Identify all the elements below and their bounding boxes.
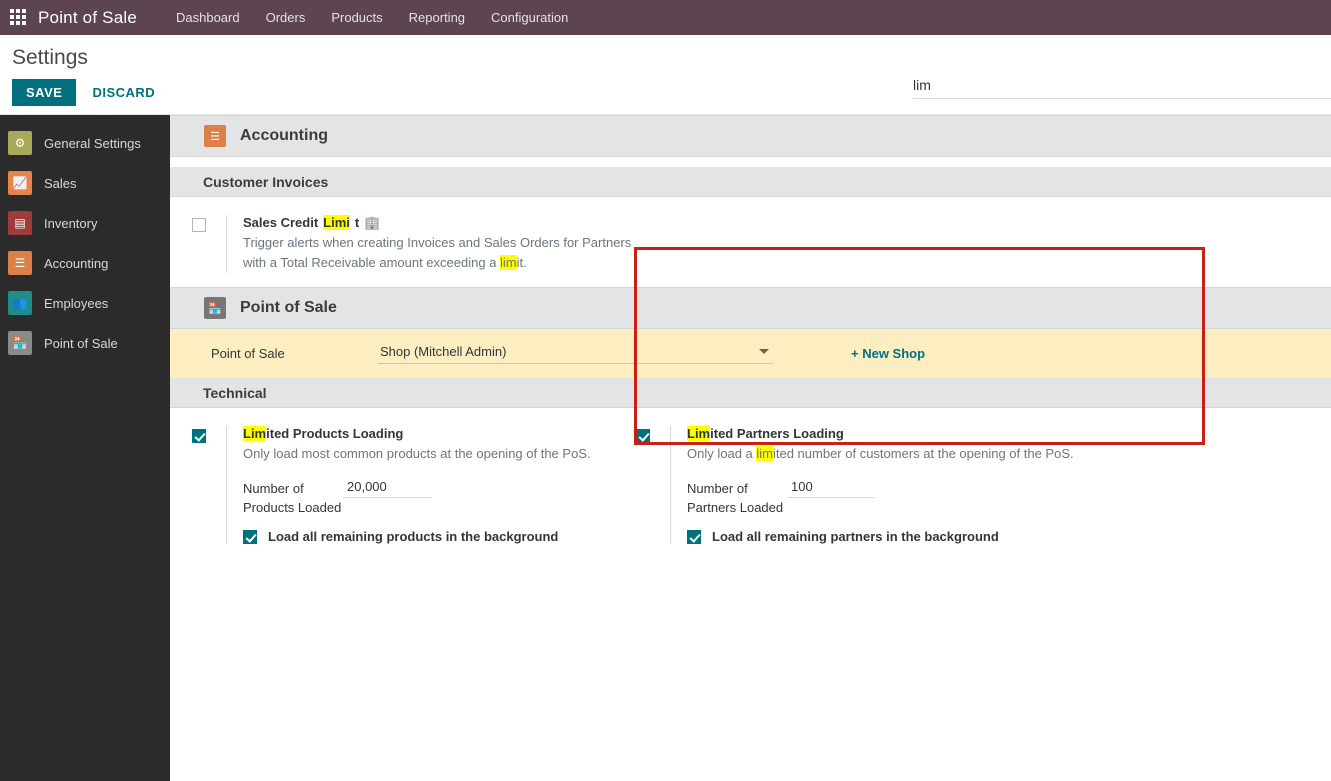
sub-section-header-customer-invoices: Customer Invoices — [170, 167, 1331, 197]
save-button[interactable]: SAVE — [12, 79, 77, 106]
sidebar-item-sales[interactable]: 📈 Sales — [0, 163, 170, 203]
new-shop-link[interactable]: + New Shop — [851, 346, 925, 361]
body-wrapper: ⚙ General Settings 📈 Sales ▤ Inventory ☰… — [0, 115, 1331, 781]
desc-line-2-highlight: lim — [500, 255, 517, 270]
setting-text-column: Sales Credit Limi t 🏢 Trigger alerts when… — [226, 215, 670, 273]
sidebar-item-point-of-sale[interactable]: 🏪 Point of Sale — [0, 323, 170, 363]
partners-loaded-field: Number of Partners Loaded — [687, 479, 1100, 517]
page-title: Settings — [12, 46, 88, 69]
nav-item-orders[interactable]: Orders — [253, 0, 319, 35]
desc-line-2-post: it. — [516, 255, 527, 270]
desc-line-2-pre: with a Total Receivable amount exceeding… — [243, 255, 501, 270]
setting-title: Sales Credit Limi t 🏢 — [243, 215, 670, 230]
settings-row-technical: Limited Products Loading Only load most … — [170, 408, 1331, 558]
desc-highlight: lim — [756, 446, 773, 461]
sidebar-item-general-settings[interactable]: ⚙ General Settings — [0, 123, 170, 163]
sidebar-item-accounting[interactable]: ☰ Accounting — [0, 243, 170, 283]
people-icon: 👥 — [8, 291, 32, 315]
section-spacer — [170, 157, 1331, 167]
pos-select[interactable]: Shop (Mitchell Admin) — [378, 344, 773, 364]
load-remaining-partners-label: Load all remaining partners in the backg… — [712, 529, 999, 544]
app-brand-title[interactable]: Point of Sale — [38, 8, 137, 28]
sidebar-item-label: Accounting — [44, 255, 109, 271]
title-text-post: ited Partners Loading — [710, 426, 844, 441]
pos-app-icon: 🏪 — [204, 297, 226, 319]
setting-sales-credit-limit: Sales Credit Limi t 🏢 Trigger alerts when… — [170, 211, 670, 277]
desc-line-1: Trigger alerts when creating Invoices an… — [243, 235, 632, 250]
accounting-app-icon: ☰ — [204, 125, 226, 147]
sidebar-item-employees[interactable]: 👥 Employees — [0, 283, 170, 323]
sidebar-item-inventory[interactable]: ▤ Inventory — [0, 203, 170, 243]
nav-item-products[interactable]: Products — [318, 0, 395, 35]
pos-selector-label: Point of Sale — [211, 346, 285, 361]
boxes-icon: ▤ — [8, 211, 32, 235]
load-remaining-partners-checkbox[interactable] — [687, 529, 701, 544]
limited-products-loading-checkbox[interactable] — [192, 429, 206, 443]
title-text-pre: Sales Credit — [243, 215, 319, 230]
nav-item-reporting[interactable]: Reporting — [396, 0, 478, 35]
sidebar-item-label: Point of Sale — [44, 335, 118, 351]
app-section-header-accounting: ☰ Accounting — [170, 115, 1331, 157]
setting-title: Limited Partners Loading — [687, 426, 1100, 441]
sidebar-item-label: Employees — [44, 295, 109, 311]
load-remaining-partners-row: Load all remaining partners in the backg… — [687, 529, 1100, 544]
pos-select-wrapper: Shop (Mitchell Admin) — [378, 343, 773, 364]
title-text-highlight: Lim — [687, 426, 711, 441]
apps-grid-icon[interactable] — [10, 8, 28, 27]
invoice-icon: ☰ — [8, 251, 32, 275]
setting-limited-products-loading: Limited Products Loading Only load most … — [170, 422, 600, 548]
desc-pre: Only load a — [687, 446, 757, 461]
desc-post: ited number of customers at the opening … — [772, 446, 1074, 461]
sidebar-item-label: Sales — [44, 175, 77, 191]
partners-loaded-label: Number of Partners Loaded — [687, 481, 784, 515]
title-text-post: t — [354, 215, 360, 230]
title-text-post: ited Products Loading — [266, 426, 404, 441]
setting-description: Trigger alerts when creating Invoices an… — [243, 233, 670, 273]
settings-content: ☰ Accounting Customer Invoices Sales Cre… — [170, 115, 1331, 781]
partners-loaded-input[interactable] — [787, 479, 875, 498]
pos-selector-band: Point of Sale Shop (Mitchell Admin) + Ne… — [170, 329, 1331, 378]
load-remaining-products-row: Load all remaining products in the backg… — [243, 529, 600, 544]
title-text-highlight: Lim — [243, 426, 267, 441]
products-loaded-input[interactable] — [343, 479, 431, 498]
shop-icon: 🏪 — [8, 331, 32, 355]
building-icon: 🏢 — [364, 215, 381, 230]
nav-item-dashboard[interactable]: Dashboard — [163, 0, 253, 35]
load-remaining-products-checkbox[interactable] — [243, 529, 257, 544]
sub-section-header-technical: Technical — [170, 378, 1331, 408]
app-section-header-point-of-sale: 🏪 Point of Sale — [170, 287, 1331, 329]
gear-icon: ⚙ — [8, 131, 32, 155]
app-section-title: Point of Sale — [240, 299, 337, 316]
nav-item-configuration[interactable]: Configuration — [478, 0, 581, 35]
products-loaded-field: Number of Products Loaded — [243, 479, 600, 517]
load-remaining-products-label: Load all remaining products in the backg… — [268, 529, 559, 544]
checkbox-column — [636, 426, 670, 544]
setting-text-column: Limited Products Loading Only load most … — [226, 426, 600, 544]
products-loaded-label: Number of Products Loaded — [243, 481, 342, 515]
setting-title: Limited Products Loading — [243, 426, 600, 441]
checkbox-column — [192, 215, 226, 273]
discard-button[interactable]: DISCARD — [84, 79, 163, 106]
sales-credit-limit-checkbox[interactable] — [192, 218, 206, 232]
sidebar-item-label: General Settings — [44, 135, 141, 151]
settings-sidebar: ⚙ General Settings 📈 Sales ▤ Inventory ☰… — [0, 115, 170, 781]
sidebar-item-label: Inventory — [44, 215, 98, 231]
setting-description: Only load most common products at the op… — [243, 446, 591, 461]
search-container — [913, 75, 1331, 99]
control-panel: Settings SAVE DISCARD — [0, 35, 1331, 115]
setting-description: Only load a limited number of customers … — [687, 444, 1100, 464]
limited-partners-loading-checkbox[interactable] — [636, 429, 650, 443]
checkbox-column — [192, 426, 226, 544]
top-navbar: Point of Sale Dashboard Orders Products … — [0, 0, 1331, 35]
search-input[interactable] — [913, 75, 1331, 99]
app-section-title: Accounting — [240, 127, 328, 144]
title-text-highlight: Limi — [323, 215, 350, 230]
settings-row-accounting: Sales Credit Limi t 🏢 Trigger alerts when… — [170, 197, 1331, 287]
chart-line-icon: 📈 — [8, 171, 32, 195]
setting-limited-partners-loading: Limited Partners Loading Only load a lim… — [600, 422, 1100, 548]
setting-text-column: Limited Partners Loading Only load a lim… — [670, 426, 1100, 544]
